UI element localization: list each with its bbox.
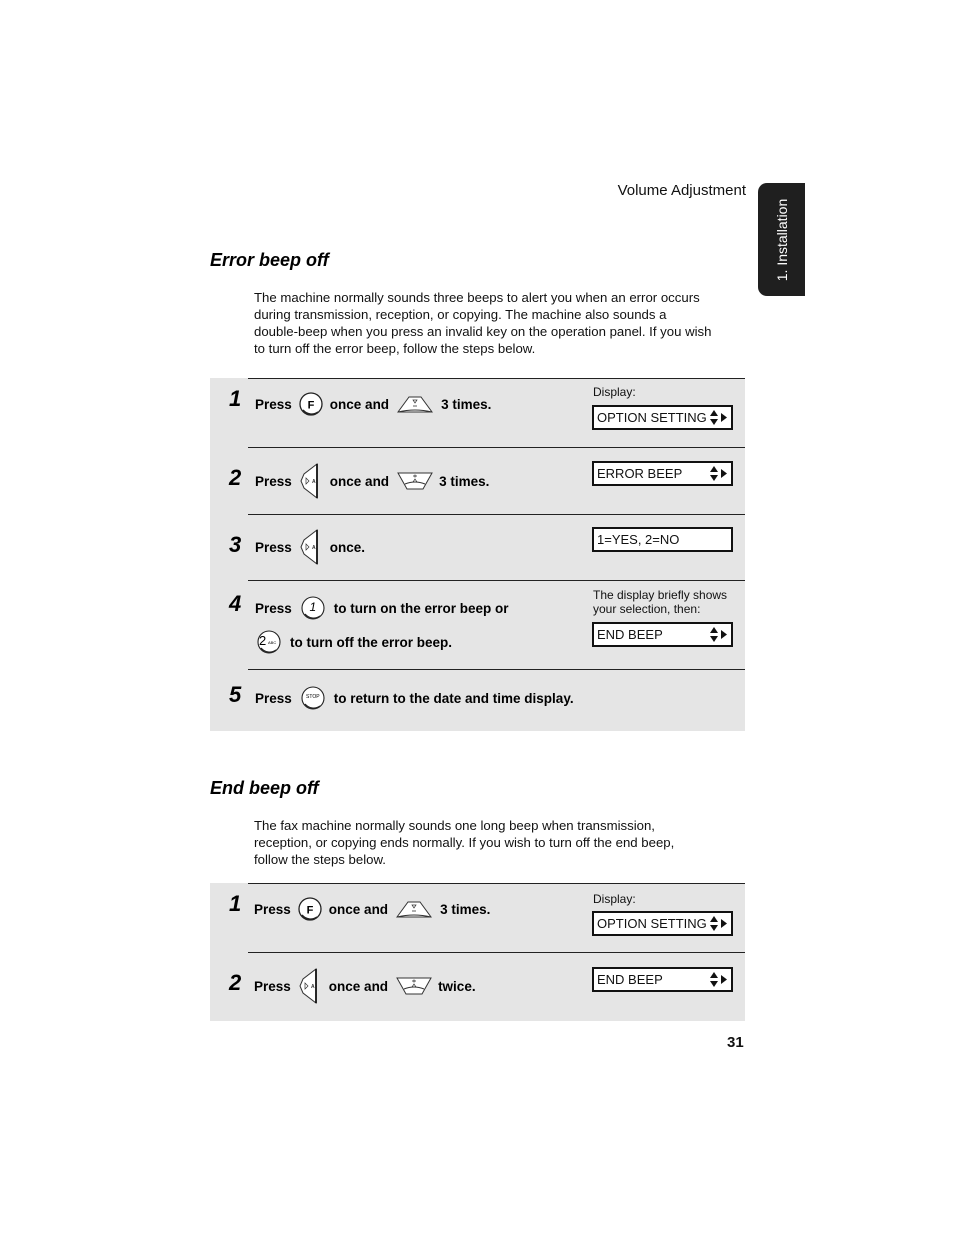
step-1: 1 Press once and 3 times. Display: OPTIO…	[210, 378, 745, 447]
function-key-icon	[298, 391, 324, 417]
chapter-tab-label: 1. Installation	[773, 198, 790, 281]
step-1: 1 Press once and 3 times. Display: OPTIO…	[210, 883, 745, 952]
section-title-error-beep-off: Error beep off	[210, 250, 329, 270]
lcd-display: END BEEP	[592, 622, 733, 647]
key-label: STOP	[306, 694, 320, 700]
lcd-text: ERROR BEEP	[597, 466, 683, 481]
function-key-icon	[297, 896, 323, 922]
page-number: 31	[727, 1034, 744, 1051]
instruction-text: Press	[255, 473, 292, 489]
step-divider	[248, 883, 745, 884]
instruction-text: once and	[328, 978, 389, 994]
key-label: 1	[309, 600, 317, 614]
display-note-line: The display briefly shows	[593, 588, 728, 602]
intro-line: to turn off the error beep, follow the s…	[254, 341, 536, 356]
lcd-text: END BEEP	[597, 627, 663, 642]
lcd-display: END BEEP	[592, 967, 733, 992]
step-4: 4 Press 1 to turn on the error beep or 2…	[210, 580, 745, 669]
instruction-text: once.	[329, 539, 366, 555]
lcd-text: END BEEP	[597, 972, 663, 987]
key-2-abc-icon: 2 ABC	[256, 629, 282, 655]
step-divider	[248, 669, 745, 670]
scroll-arrows-icon	[709, 465, 729, 483]
display-note-line: your selection, then:	[593, 601, 701, 616]
step-2: 2 Press once and 3 times. ERROR BEEP	[210, 447, 745, 514]
step-2: 2 Press once and twice. END BEEP	[210, 952, 745, 1021]
chapter-tab: 1. Installation	[758, 183, 805, 296]
set-key-icon	[300, 463, 320, 499]
intro-line: follow the steps below.	[254, 852, 386, 867]
page-header-title: Volume Adjustment	[617, 182, 746, 199]
steps-panel-error-beep: 1 Press once and 3 times. Display: OPTIO…	[210, 378, 745, 731]
intro-line: double-beep when you press an invalid ke…	[254, 324, 712, 339]
step-number: 3	[229, 532, 242, 557]
instruction-text: Press	[254, 901, 291, 917]
instruction-text: Press	[255, 600, 292, 616]
volume-up-key-icon	[396, 976, 432, 996]
set-key-icon	[300, 529, 320, 565]
section-intro-end-beep: The fax machine normally sounds one long…	[254, 817, 744, 868]
instruction-text: 3 times.	[439, 473, 490, 489]
step-number: 2	[229, 465, 242, 490]
scroll-arrows-icon	[709, 626, 729, 644]
display-label: Display:	[593, 892, 636, 906]
volume-down-key-icon	[397, 394, 433, 414]
instruction-text: to return to the date and time display.	[333, 690, 574, 706]
intro-line: during transmission, reception, or copyi…	[254, 307, 667, 322]
stop-key-icon: STOP	[300, 685, 326, 711]
intro-line: The fax machine normally sounds one long…	[254, 818, 655, 833]
instruction-text: once and	[329, 396, 390, 412]
key-1-icon: 1	[300, 595, 326, 621]
instruction-text: Press	[255, 539, 292, 555]
intro-line: The machine normally sounds three beeps …	[254, 290, 700, 305]
step-3: 3 Press once. 1=YES, 2=NO	[210, 514, 745, 580]
section-intro-error-beep: The machine normally sounds three beeps …	[254, 289, 744, 357]
instruction-text: once and	[329, 473, 390, 489]
instruction-text: to turn off the error beep.	[290, 634, 452, 650]
instruction-text: 3 times.	[440, 901, 491, 917]
display-label: Display:	[593, 385, 636, 399]
lcd-display: 1=YES, 2=NO	[592, 527, 733, 552]
step-divider	[248, 447, 745, 448]
key-label: 2	[259, 633, 267, 648]
instruction-text: once and	[328, 901, 389, 917]
step-number: 5	[229, 682, 242, 707]
key-sublabel: ABC	[268, 640, 277, 645]
display-note: The display briefly shows your selection…	[593, 588, 728, 616]
lcd-text: 1=YES, 2=NO	[597, 532, 680, 547]
lcd-display: ERROR BEEP	[592, 461, 733, 486]
instruction-text: Press	[254, 978, 291, 994]
scroll-arrows-icon	[709, 409, 729, 427]
step-number: 4	[229, 591, 242, 616]
step-5: 5 Press STOP to return to the date and t…	[210, 669, 745, 731]
step-number: 1	[229, 891, 242, 916]
lcd-display: OPTION SETTING	[592, 405, 733, 430]
step-divider	[248, 952, 745, 953]
section-title-end-beep-off: End beep off	[210, 778, 319, 798]
scroll-arrows-icon	[709, 971, 729, 989]
step-number: 2	[229, 970, 242, 995]
instruction-text: 3 times.	[441, 396, 492, 412]
instruction-text: Press	[255, 690, 292, 706]
intro-line: reception, or copying ends normally. If …	[254, 835, 675, 850]
volume-up-key-icon	[397, 471, 433, 491]
lcd-display: OPTION SETTING	[592, 911, 733, 936]
instruction-text: twice.	[438, 978, 476, 994]
set-key-icon	[299, 968, 319, 1004]
lcd-text: OPTION SETTING	[597, 410, 707, 425]
volume-down-key-icon	[396, 899, 432, 919]
step-divider	[248, 514, 745, 515]
step-divider	[248, 580, 745, 581]
steps-panel-end-beep: 1 Press once and 3 times. Display: OPTIO…	[210, 883, 745, 1021]
lcd-text: OPTION SETTING	[597, 916, 707, 931]
step-divider	[248, 378, 745, 379]
instruction-text: Press	[255, 396, 292, 412]
instruction-text: to turn on the error beep or	[333, 600, 509, 616]
scroll-arrows-icon	[709, 915, 729, 933]
step-number: 1	[229, 386, 242, 411]
